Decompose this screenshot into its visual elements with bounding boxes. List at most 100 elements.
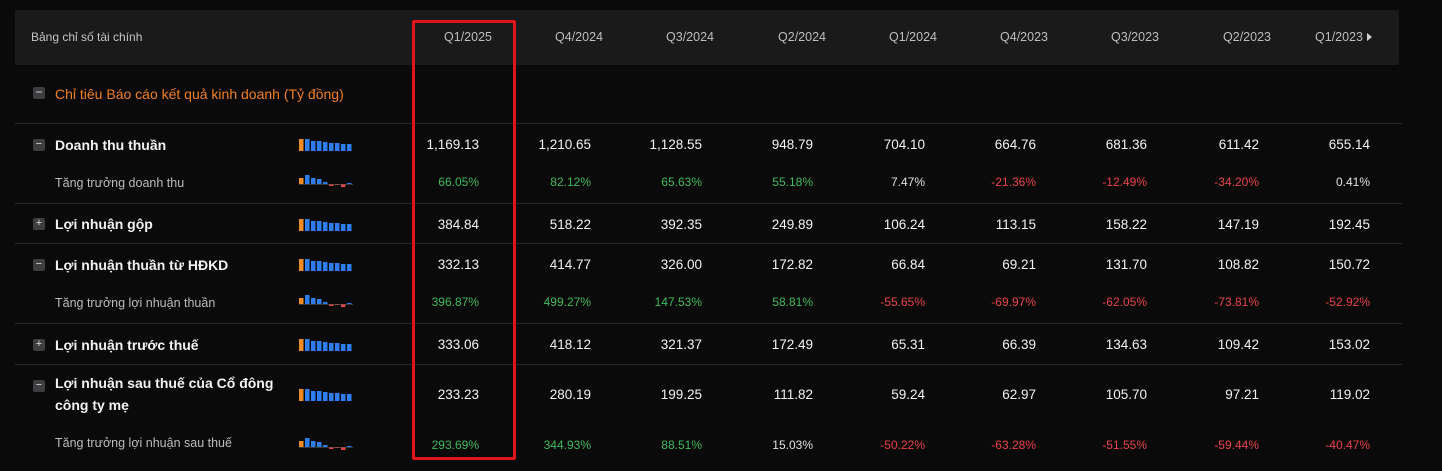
sparkline-bar [329,143,334,151]
sparkline-chart [299,339,352,351]
table-row: − Lợi nhuận thuần từ HĐKD 332.13 414.77 326.… [15,243,1402,284]
sparkline-chart [299,219,352,231]
growth-cell: -59.44% [1214,438,1259,452]
value-cell: 704.10 [883,137,925,152]
expand-row-icon[interactable]: + [33,339,45,351]
table-row: Tăng trưởng doanh thu 66.05% 82.12% 65.63% 5… [15,163,1402,203]
sparkline-bar [299,219,304,231]
value-cell: 109.42 [1217,337,1259,352]
sparkline-bar [305,219,310,231]
value-cell: 655.14 [1328,137,1370,152]
growth-cell: 88.51% [661,438,702,452]
value-cell: 119.02 [1329,387,1370,402]
sparkline-bar [311,391,316,401]
expand-row-icon[interactable]: + [33,218,45,230]
period-header[interactable]: Q4/2023 [963,10,1048,65]
sparkline[interactable] [299,175,353,189]
sparkline-bar [305,259,310,271]
sparkline-bar [317,179,322,184]
scroll-right-icon[interactable] [1367,32,1372,41]
sparkline[interactable] [299,337,353,351]
value-cell: 192.45 [1328,217,1370,232]
value-cell: 59.24 [891,387,925,402]
sparkline-chart [299,389,352,401]
sparkline[interactable] [299,387,353,401]
sparkline[interactable] [299,438,353,452]
sparkline-bar [347,183,352,184]
period-header[interactable]: Q1/2024 [852,10,937,65]
value-cell: 66.39 [1002,337,1036,352]
sparkline-bar [323,392,328,401]
growth-cell: 65.63% [661,175,702,189]
collapse-row-icon[interactable]: − [33,259,45,271]
section-title: Chỉ tiêu Báo cáo kết quả kinh doanh (Tỷ … [55,86,344,102]
value-cell: 392.35 [660,217,702,232]
value-cell: 66.84 [891,257,925,272]
value-cell: 664.76 [994,137,1036,152]
value-cell: 113.15 [995,217,1036,232]
value-cell: 131.70 [1105,257,1147,272]
collapse-section-icon[interactable]: − [33,86,45,99]
period-header[interactable]: Q2/2023 [1186,10,1271,65]
sparkline-bar [335,143,340,151]
sparkline-bar [305,139,310,151]
value-cell: 172.49 [771,337,813,352]
sparkline-bar [311,261,316,271]
sparkline-bar [311,298,316,304]
value-cell: 97.21 [1225,387,1259,402]
table-row: − Lợi nhuận sau thuế của Cổ đông công ty m… [15,364,1402,427]
sparkline-bar [299,389,304,401]
sparkline-bar [329,393,334,401]
growth-cell: -40.47% [1325,438,1370,452]
growth-cell: -73.81% [1214,295,1259,309]
sparkline-bar [341,224,346,231]
period-header[interactable]: Q3/2024 [629,10,714,65]
row-label: Doanh thu thuần [55,137,167,153]
growth-cell: -51.55% [1102,438,1147,452]
collapse-row-icon[interactable]: − [33,380,45,392]
sparkline-bar [311,341,316,351]
sparkline-chart [299,438,353,450]
sparkline-bar [317,341,322,351]
sparkline[interactable] [299,217,353,231]
sparkline-bar [347,144,352,151]
sparkline-bar [311,178,316,184]
sparkline-chart [299,175,353,187]
growth-cell: -52.92% [1325,295,1370,309]
sparkline-baseline [299,184,353,185]
value-cell: 326.00 [660,257,702,272]
sparkline-bar [311,221,316,231]
value-cell: 62.97 [1002,387,1036,402]
value-cell: 199.25 [660,387,702,402]
value-cell: 106.24 [883,217,925,232]
growth-cell: -12.49% [1102,175,1147,189]
period-header[interactable]: Q3/2023 [1074,10,1159,65]
sparkline-bar [335,393,340,401]
value-cell: 681.36 [1105,137,1147,152]
growth-cell: -50.22% [880,438,925,452]
period-header[interactable]: Q4/2024 [518,10,603,65]
sparkline-bar [323,222,328,231]
sparkline-bar [347,303,352,304]
highlight-box [412,20,516,460]
sparkline-bar [299,139,304,151]
sparkline-bar [341,394,346,401]
growth-cell: 55.18% [772,175,813,189]
value-cell: 321.37 [660,337,702,352]
sparkline[interactable] [299,295,353,309]
sparkline-bar [347,264,352,271]
period-header-last[interactable]: Q1/2023 [1287,10,1372,65]
table-header: Bảng chỉ số tài chính Q1/2025 Q4/2024 Q3… [15,10,1399,65]
sparkline[interactable] [299,257,353,271]
sparkline-bar [323,262,328,271]
value-cell: 105.70 [1105,387,1147,402]
collapse-row-icon[interactable]: − [33,139,45,151]
sparkline[interactable] [299,137,353,151]
value-cell: 65.31 [891,337,925,352]
row-label: Lợi nhuận sau thuế của Cổ đông [55,375,274,391]
period-header[interactable]: Q2/2024 [741,10,826,65]
value-cell: 147.19 [1217,217,1259,232]
row-sublabel: Tăng trưởng lợi nhuận thuần [55,296,216,310]
sparkline-bar [335,343,340,351]
sparkline-bar [323,342,328,351]
